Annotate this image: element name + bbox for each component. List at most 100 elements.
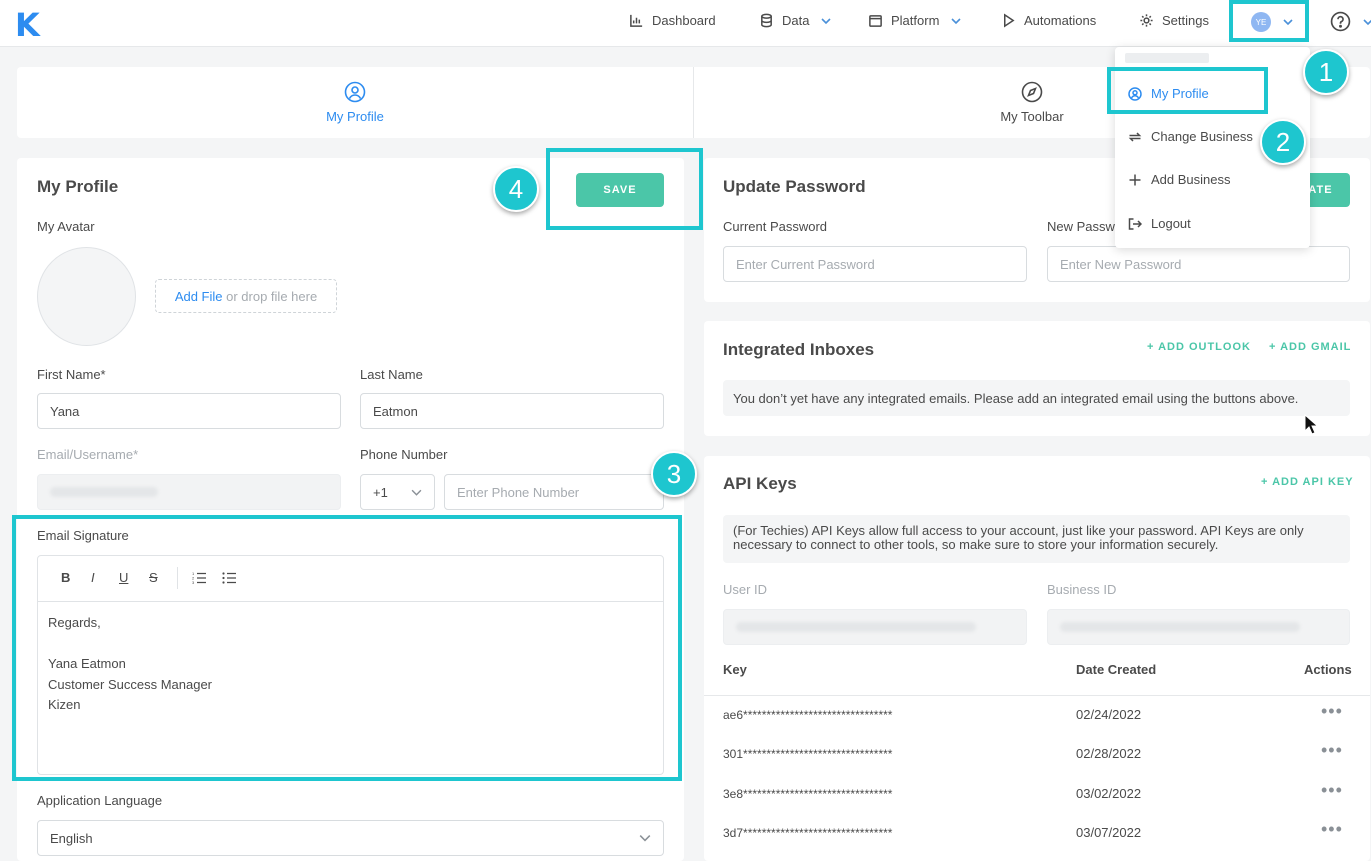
highlight-save-button: [546, 148, 703, 230]
gear-icon: [1140, 14, 1153, 27]
api-key-value: ae6********************************: [723, 708, 893, 722]
blurred-business-id: [1060, 622, 1300, 632]
play-icon: [1004, 13, 1015, 28]
api-key-date: 03/07/2022: [1076, 825, 1142, 840]
first-name-label: First Name*: [37, 367, 106, 382]
phone-input[interactable]: Enter Phone Number: [444, 474, 664, 510]
row-actions-menu[interactable]: •••: [1321, 780, 1343, 801]
tab-my-profile-label: My Profile: [326, 109, 384, 124]
new-password-label: New Passw: [1047, 219, 1115, 234]
chevron-down-icon: [951, 17, 961, 24]
row-actions-menu[interactable]: •••: [1321, 701, 1343, 722]
add-file-link[interactable]: Add File: [175, 289, 223, 304]
email-input: [37, 474, 341, 510]
language-select[interactable]: English: [37, 820, 664, 856]
annotation-badge: 4: [493, 166, 539, 212]
nav-settings-label: Settings: [1162, 13, 1209, 28]
add-api-key-button[interactable]: + ADD API KEY: [1261, 476, 1354, 488]
col-actions-header: Actions: [1304, 662, 1352, 677]
nav-platform-label: Platform: [891, 13, 940, 28]
calendar-icon: [869, 15, 882, 27]
current-password-input[interactable]: Enter Current Password: [723, 246, 1027, 282]
first-name-input[interactable]: Yana: [37, 393, 341, 429]
col-date-header: Date Created: [1076, 662, 1157, 677]
menu-item-label: Add Business: [1151, 172, 1231, 187]
add-outlook-button[interactable]: + ADD OUTLOOK: [1147, 341, 1251, 353]
highlight-user-menu: [1229, 0, 1309, 42]
inboxes-empty-message: You don’t yet have any integrated emails…: [723, 380, 1350, 416]
nav-dashboard[interactable]: Dashboard: [629, 13, 716, 28]
api-key-date: 02/28/2022: [1076, 746, 1142, 761]
swap-icon: [1128, 131, 1142, 142]
phone-country-select[interactable]: +1: [360, 474, 435, 510]
api-key-value: 3e8********************************: [723, 787, 893, 801]
avatar-placeholder[interactable]: [37, 247, 136, 346]
my-profile-title: My Profile: [37, 177, 119, 196]
last-name-label: Last Name: [360, 367, 423, 382]
annotation-badge: 1: [1303, 49, 1349, 95]
nav-data-label: Data: [782, 13, 810, 28]
update-password-title: Update Password: [723, 177, 866, 196]
plus-icon: [1129, 174, 1141, 185]
blurred-user-name: [1125, 53, 1209, 63]
col-key-header: Key: [723, 662, 747, 677]
api-key-date: 02/24/2022: [1076, 707, 1142, 722]
email-label: Email/Username*: [37, 447, 139, 462]
bar-chart-icon: [630, 14, 643, 27]
highlight-email-signature: [12, 515, 682, 781]
mouse-cursor-icon: [1304, 414, 1318, 435]
compass-icon: [1021, 81, 1043, 103]
help-button[interactable]: [1330, 11, 1371, 32]
nav-automations-label: Automations: [1024, 13, 1097, 28]
language-label: Application Language: [37, 793, 163, 808]
row-actions-menu[interactable]: •••: [1321, 740, 1343, 761]
tab-my-profile[interactable]: My Profile: [17, 67, 693, 138]
annotation-badge: 2: [1260, 119, 1306, 165]
menu-item-label: Change Business: [1151, 129, 1253, 144]
chevron-down-icon: [639, 835, 651, 842]
kizen-logo[interactable]: K: [15, 6, 40, 44]
business-id-field: [1047, 609, 1350, 645]
nav-dashboard-label: Dashboard: [652, 13, 716, 28]
row-actions-menu[interactable]: •••: [1321, 819, 1343, 840]
api-key-value: 301********************************: [723, 747, 893, 761]
user-id-field: [723, 609, 1027, 645]
help-icon: [1330, 11, 1351, 32]
last-name-input[interactable]: Eatmon: [360, 393, 664, 429]
nav-automations[interactable]: Automations: [1001, 13, 1096, 28]
file-drop-zone[interactable]: Add File or drop file here: [155, 279, 337, 313]
chevron-down-icon: [1363, 18, 1371, 25]
user-id-label: User ID: [723, 582, 768, 597]
integrated-inboxes-title: Integrated Inboxes: [723, 340, 875, 359]
drop-file-text: or drop file here: [222, 288, 318, 304]
api-info-message: (For Techies) API Keys allow full access…: [723, 515, 1350, 563]
business-id-label: Business ID: [1047, 582, 1117, 597]
chevron-down-icon: [821, 17, 832, 24]
top-nav: K Dashboard Data Platform Automations Se…: [0, 0, 1371, 47]
integrated-inboxes-card: [704, 321, 1370, 436]
nav-data[interactable]: Data: [759, 13, 832, 28]
current-password-label: Current Password: [723, 219, 828, 234]
nav-platform[interactable]: Platform: [868, 13, 961, 28]
phone-label: Phone Number: [360, 447, 448, 462]
menu-item-add-business[interactable]: Add Business: [1128, 172, 1231, 187]
menu-item-change-business[interactable]: Change Business: [1128, 129, 1253, 144]
new-password-input[interactable]: Enter New Password: [1047, 246, 1350, 282]
nav-settings[interactable]: Settings: [1139, 13, 1209, 28]
annotation-badge: 3: [651, 451, 697, 497]
menu-item-logout[interactable]: Logout: [1128, 216, 1191, 231]
language-value: English: [50, 830, 93, 846]
tab-my-toolbar-label: My Toolbar: [1000, 109, 1064, 124]
api-key-value: 3d7********************************: [723, 826, 893, 840]
logout-icon: [1128, 217, 1142, 230]
add-gmail-button[interactable]: + ADD GMAIL: [1269, 341, 1351, 353]
api-keys-title: API Keys: [723, 474, 797, 493]
highlight-my-profile-item: [1107, 67, 1268, 114]
table-header-divider: [704, 695, 1370, 696]
user-circle-icon: [344, 81, 366, 103]
api-key-date: 03/02/2022: [1076, 786, 1142, 801]
avatar-label: My Avatar: [37, 219, 95, 234]
phone-code: +1: [373, 484, 388, 500]
database-icon: [761, 13, 772, 28]
blurred-email: [50, 487, 158, 497]
